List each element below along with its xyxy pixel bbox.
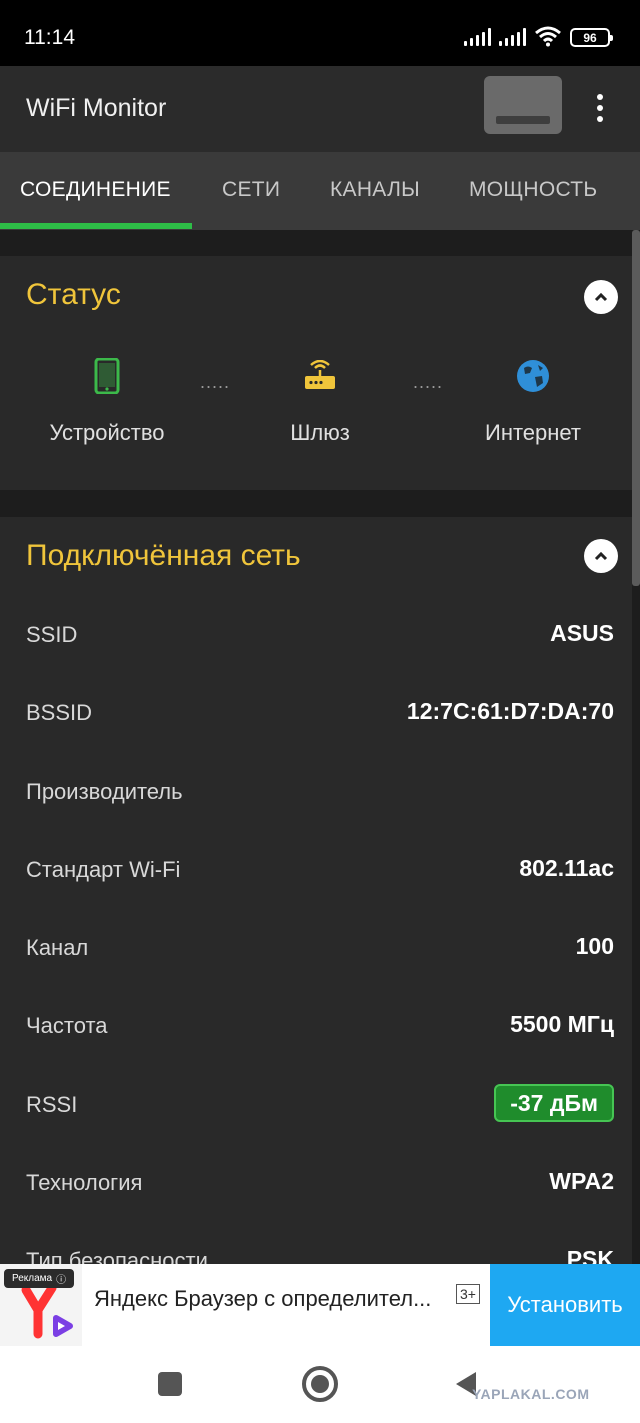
rssi-badge: -37 дБм	[494, 1084, 614, 1122]
status-card-title: Статус	[26, 278, 121, 311]
ad-label: Реклама	[12, 1273, 53, 1284]
chevron-up-icon	[594, 551, 608, 561]
row-label: SSID	[26, 622, 78, 647]
chevron-up-icon	[594, 292, 608, 302]
install-button[interactable]: Установить	[490, 1264, 640, 1346]
row-frequency: Частота 5500 МГц	[0, 1005, 632, 1045]
tab-power[interactable]: МОЩНОСТЬ	[469, 178, 598, 202]
battery-icon: 96	[570, 28, 613, 47]
row-value: 100	[575, 933, 614, 959]
row-value: 802.11ac	[519, 855, 614, 881]
link-dots-2: .....	[413, 372, 444, 392]
overflow-menu-icon[interactable]	[588, 88, 612, 128]
app-title: WiFi Monitor	[26, 94, 167, 122]
row-bssid: BSSID 12:7C:61:D7:DA:70	[0, 692, 632, 732]
tab-networks[interactable]: СЕТИ	[222, 178, 280, 202]
row-wifi-standard: Стандарт Wi-Fi 802.11ac	[0, 849, 632, 889]
phone-icon	[17, 356, 197, 396]
row-label: BSSID	[26, 700, 93, 725]
row-value: WPA2	[549, 1168, 614, 1194]
collapse-network-button[interactable]	[584, 539, 618, 573]
row-value: ASUS	[550, 620, 614, 646]
row-label: Технология	[26, 1170, 143, 1195]
row-label: Канал	[26, 935, 89, 960]
status-time: 11:14	[24, 26, 75, 49]
node-internet: Интернет	[443, 356, 623, 446]
wifi-status-icon	[534, 25, 562, 52]
row-technology: Технология WPA2	[0, 1162, 632, 1202]
battery-level: 96	[583, 30, 597, 45]
cell-signal-2-icon	[499, 28, 526, 46]
ad-label-badge[interactable]: Реклама ⓘ	[4, 1269, 75, 1288]
tab-bar: СОЕДИНЕНИЕ СЕТИ КАНАЛЫ МОЩНОСТЬ	[0, 152, 640, 230]
home-icon[interactable]	[302, 1366, 338, 1402]
node-gateway-label: Шлюз	[290, 420, 350, 445]
system-status-bar: 11:14 96	[0, 0, 640, 66]
node-device: Устройство	[17, 356, 197, 446]
ad-text: Яндекс Браузер с определител...	[94, 1286, 432, 1311]
node-internet-label: Интернет	[485, 420, 581, 445]
row-value: 5500 МГц	[510, 1011, 614, 1037]
row-label: RSSI	[26, 1092, 78, 1117]
age-rating: 3+	[456, 1284, 480, 1304]
router-icon	[230, 356, 410, 396]
info-icon: ⓘ	[56, 1275, 67, 1286]
recent-apps-icon[interactable]	[158, 1372, 182, 1396]
row-ssid: SSID ASUS	[0, 614, 632, 654]
cast-screen-button[interactable]	[484, 76, 562, 134]
row-vendor: Производитель	[0, 771, 632, 811]
system-nav-bar: YAPLAKAL.COM	[0, 1346, 640, 1423]
tab-channels[interactable]: КАНАЛЫ	[330, 178, 420, 202]
app-bar: WiFi Monitor	[0, 66, 640, 152]
row-rssi: RSSI -37 дБм	[0, 1084, 632, 1124]
node-device-label: Устройство	[49, 420, 165, 445]
cell-signal-icon	[464, 28, 491, 46]
row-label: Стандарт Wi-Fi	[26, 857, 181, 882]
active-tab-indicator	[0, 223, 192, 229]
row-value: 12:7C:61:D7:DA:70	[406, 698, 614, 724]
row-label: Частота	[26, 1013, 108, 1038]
row-channel: Канал 100	[0, 927, 632, 967]
ad-banner[interactable]: Реклама ⓘ Яндекс Браузер с определител..…	[0, 1264, 640, 1346]
collapse-status-button[interactable]	[584, 280, 618, 314]
watermark: YAPLAKAL.COM	[472, 1386, 590, 1402]
link-dots-1: .....	[200, 372, 231, 392]
globe-icon	[443, 356, 623, 396]
tab-connection[interactable]: СОЕДИНЕНИЕ	[20, 178, 171, 202]
row-label: Производитель	[26, 779, 183, 804]
network-card-title: Подключённая сеть	[26, 539, 301, 572]
node-gateway: Шлюз	[230, 356, 410, 446]
scrollbar[interactable]	[632, 230, 640, 586]
